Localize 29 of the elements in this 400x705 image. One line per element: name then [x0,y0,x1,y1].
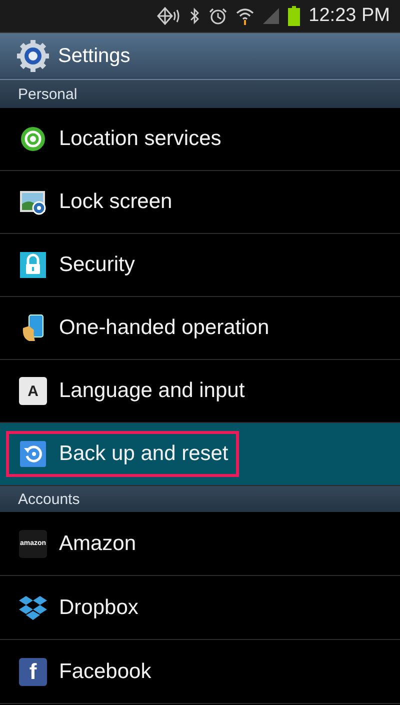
item-label: Language and input [59,379,245,403]
signal-icon [262,8,279,24]
target-icon [20,126,46,152]
item-label: Dropbox [59,596,138,620]
item-label: Amazon [59,532,136,556]
clock-time: 12:23 PM [308,5,390,27]
item-label: Security [59,253,135,277]
hand-phone-icon [21,314,45,342]
item-label: One-handed operation [59,316,270,340]
section-title: Personal [18,86,78,102]
item-label: Location services [59,127,222,151]
dropbox-logo-icon [19,594,47,620]
item-label: Facebook [59,660,152,684]
battery-icon [288,6,300,26]
gear-icon [16,39,50,73]
facebook-logo-icon: f [19,658,47,686]
letter-icon: A [19,377,47,405]
bluetooth-icon [190,7,200,25]
alarm-icon [208,7,227,25]
settings-item[interactable]: Back up and reset [0,423,400,486]
item-label: Lock screen [59,190,172,214]
item-label: Back up and reset [59,442,228,466]
landscape-lock-icon [19,189,47,215]
app-title: Settings [58,44,130,68]
section-title: Accounts [18,490,80,508]
wifi-icon [236,7,254,25]
restore-icon [20,441,46,467]
padlock-icon [20,252,46,278]
sync-icon [156,7,181,25]
